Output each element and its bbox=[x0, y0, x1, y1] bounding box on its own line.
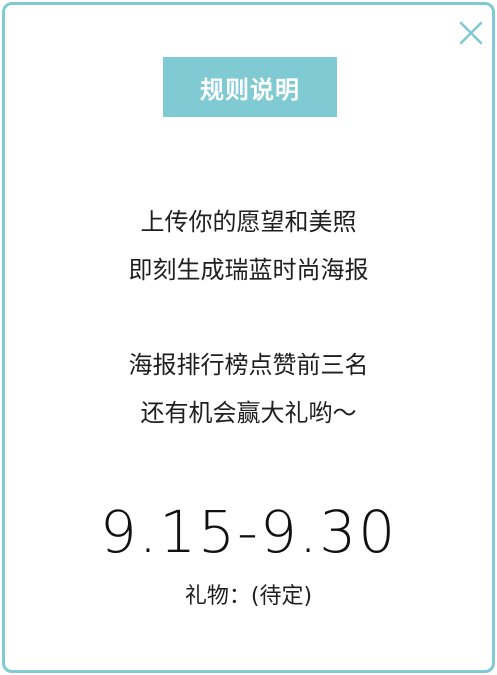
close-button[interactable] bbox=[456, 18, 486, 48]
close-icon[interactable] bbox=[456, 18, 486, 48]
rules-paragraph-2: 海报排行榜点赞前三名 还有机会赢大礼哟～ bbox=[5, 341, 492, 437]
rules-paragraph-1: 上传你的愿望和美照 即刻生成瑞蓝时尚海报 bbox=[5, 198, 492, 294]
gift-info: 礼物：(待定) bbox=[184, 584, 313, 609]
rules-line: 上传你的愿望和美照 bbox=[140, 208, 357, 236]
rules-line: 海报排行榜点赞前三名 bbox=[128, 351, 369, 379]
rules-line: 还有机会赢大礼哟～ bbox=[140, 399, 357, 427]
rules-modal: 规则说明 上传你的愿望和美照 即刻生成瑞蓝时尚海报 海报排行榜点赞前三名 还有机… bbox=[2, 2, 495, 673]
rules-line: 即刻生成瑞蓝时尚海报 bbox=[128, 256, 369, 284]
modal-title: 规则说明 bbox=[163, 57, 337, 117]
event-dates: 9.15-9.30 bbox=[99, 498, 398, 566]
